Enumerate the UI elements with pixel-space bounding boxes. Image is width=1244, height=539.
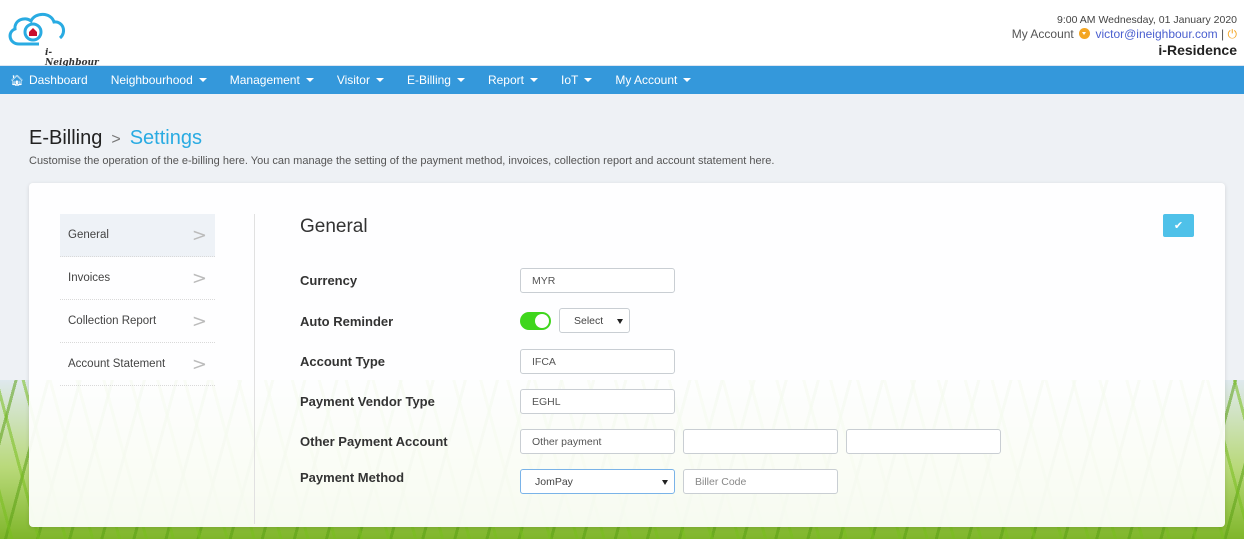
side-item-label: Account Statement: [68, 358, 166, 370]
cloud-logo-icon: [8, 12, 66, 46]
select-value: JomPay: [535, 475, 573, 488]
logo[interactable]: i-Neighbour: [5, 10, 100, 68]
caret-down-icon: [375, 78, 384, 82]
nav-e-billing[interactable]: E-Billing: [407, 73, 465, 87]
other-payment-account-input-2[interactable]: [683, 429, 838, 454]
caret-down-icon: [584, 78, 593, 82]
chevron-right-icon: >: [191, 224, 207, 246]
chevron-right-icon: >: [191, 353, 207, 375]
vertical-divider: [254, 214, 255, 524]
caret-down-icon: [305, 78, 314, 82]
nav-label: Management: [229, 73, 300, 87]
biller-code-input[interactable]: [683, 469, 838, 494]
side-item-account-statement[interactable]: Account Statement >: [60, 343, 215, 386]
save-button[interactable]: ✔: [1163, 214, 1194, 237]
side-item-general[interactable]: General >: [60, 214, 215, 257]
side-item-label: Invoices: [68, 272, 111, 284]
chevron-right-icon: >: [191, 267, 207, 289]
dropdown-arrow-icon: [617, 319, 623, 324]
section-title: General: [300, 216, 368, 237]
breadcrumb: E-Billing > Settings: [29, 127, 774, 150]
other-payment-account-label: Other Payment Account: [300, 434, 448, 449]
account-dropdown-icon[interactable]: [1079, 28, 1091, 39]
currency-input[interactable]: [520, 268, 675, 293]
nav-report[interactable]: Report: [488, 73, 538, 87]
auto-reminder-label: Auto Reminder: [300, 314, 394, 329]
currency-label: Currency: [300, 273, 358, 288]
select-value: Select: [574, 314, 604, 327]
page-subtitle: Customise the operation of the e-billing…: [29, 155, 775, 167]
nav-label: Report: [487, 73, 524, 87]
nav-iot[interactable]: IoT: [560, 73, 593, 87]
payment-method-label: Payment Method: [300, 470, 405, 485]
power-icon[interactable]: ⏻: [1228, 27, 1238, 41]
caret-down-icon: [456, 78, 465, 82]
header: i-Neighbour 9:00 AM Wednesday, 01 Januar…: [0, 0, 1244, 68]
side-item-invoices[interactable]: Invoices >: [60, 257, 215, 300]
nav-label: Dashboard: [28, 73, 88, 87]
toggle-knob: [535, 314, 549, 328]
other-payment-account-input-1[interactable]: [520, 429, 675, 454]
caret-down-icon: [529, 78, 538, 82]
my-account-link[interactable]: My Account: [1012, 27, 1074, 41]
main-navbar: 🏠︎ Dashboard Neighbourhood Management Vi…: [0, 66, 1244, 94]
account-email[interactable]: victor@ineighbour.com: [1095, 27, 1217, 41]
side-item-label: General: [68, 229, 109, 241]
nav-neighbourhood[interactable]: Neighbourhood: [111, 73, 207, 87]
logo-text: i-Neighbour: [45, 48, 99, 68]
account-type-label: Account Type: [300, 354, 385, 369]
check-icon: ✔: [1173, 220, 1184, 232]
payment-vendor-type-input[interactable]: [520, 389, 675, 414]
nav-visitor[interactable]: Visitor: [337, 73, 384, 87]
side-item-collection-report[interactable]: Collection Report >: [60, 300, 215, 343]
home-icon: 🏠︎: [10, 74, 24, 87]
nav-dashboard[interactable]: 🏠︎ Dashboard: [10, 73, 88, 87]
account-line: My Account victor@ineighbour.com | ⏻: [1012, 27, 1237, 42]
organization-name: i-Residence: [1158, 42, 1237, 58]
nav-label: My Account: [615, 73, 678, 87]
nav-label: Visitor: [336, 73, 370, 87]
datetime: 9:00 AM Wednesday, 01 January 2020: [1057, 14, 1237, 26]
other-payment-account-input-3[interactable]: [846, 429, 1001, 454]
auto-reminder-toggle[interactable]: [520, 312, 551, 330]
breadcrumb-separator-icon: >: [111, 131, 121, 148]
caret-down-icon: [198, 78, 207, 82]
caret-down-icon: [683, 78, 692, 82]
account-type-input[interactable]: [520, 349, 675, 374]
payment-method-select[interactable]: JomPay: [520, 469, 675, 494]
breadcrumb-parent[interactable]: E-Billing: [29, 127, 102, 150]
nav-label: Neighbourhood: [110, 73, 193, 87]
nav-label: IoT: [560, 73, 579, 87]
header-user-info: 9:00 AM Wednesday, 01 January 2020 My Ac…: [1012, 14, 1237, 59]
nav-label: E-Billing: [406, 73, 451, 87]
separator: |: [1221, 27, 1225, 41]
chevron-right-icon: >: [191, 310, 207, 332]
auto-reminder-select[interactable]: Select: [559, 308, 630, 333]
page-header: E-Billing > Settings Customise the opera…: [29, 127, 774, 167]
payment-vendor-type-label: Payment Vendor Type: [300, 394, 435, 409]
settings-card: General > Invoices > Collection Report >…: [29, 183, 1225, 527]
side-item-label: Collection Report: [68, 315, 157, 327]
nav-my-account[interactable]: My Account: [615, 73, 692, 87]
dropdown-arrow-icon: [662, 480, 668, 485]
breadcrumb-current: Settings: [129, 127, 202, 149]
settings-side-menu: General > Invoices > Collection Report >…: [60, 214, 215, 386]
nav-management[interactable]: Management: [230, 73, 314, 87]
